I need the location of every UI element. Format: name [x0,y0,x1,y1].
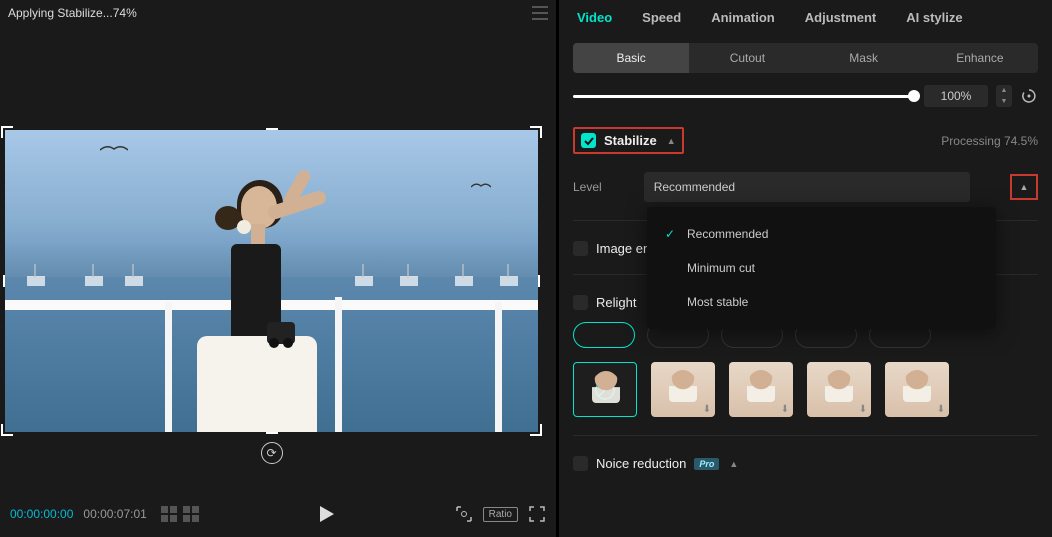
relight-thumb-1[interactable]: ⬇ [651,362,715,417]
tab-ai-stylize[interactable]: AI stylize [906,10,962,25]
zoom-slider[interactable] [573,95,916,98]
titlebar: Applying Stabilize...74% [0,0,556,26]
titlebar-text: Applying Stabilize...74% [8,6,137,20]
properties-panel: Video Speed Animation Adjustment AI styl… [556,0,1052,537]
time-total: 00:00:07:01 [83,507,146,521]
stabilize-checkbox[interactable] [581,133,596,148]
crop-icon[interactable] [455,505,473,523]
pro-badge: Pro [694,458,719,470]
transport-bar: 00:00:00:00 00:00:07:01 Ratio [0,491,556,537]
noise-reduction-section: Noice reduction Pro ▲ [559,436,1052,471]
download-icon[interactable]: ⬇ [936,404,946,414]
reset-zoom-icon[interactable] [1020,87,1038,105]
grid-view-icon[interactable] [161,506,177,522]
image-enhance-checkbox[interactable] [573,241,588,256]
level-option-minimum-cut[interactable]: Minimum cut [647,251,996,285]
zoom-value[interactable]: 100% [924,85,988,107]
level-selected: Recommended [654,180,735,194]
zoom-slider-row: 100% ▲▼ [559,73,1052,113]
stabilize-highlight: Stabilize ▲ [573,127,684,154]
ratio-button[interactable]: Ratio [483,507,518,522]
noise-checkbox[interactable] [573,456,588,471]
relight-thumb-3[interactable]: ⬇ [807,362,871,417]
tab-speed[interactable]: Speed [642,10,681,25]
time-current: 00:00:00:00 [10,507,73,521]
level-label: Level [573,180,602,194]
preview-panel: Applying Stabilize...74% [0,0,556,537]
list-view-icon[interactable] [183,506,199,522]
relight-thumbnails: ⬇ ⬇ ⬇ ⬇ [559,348,1052,417]
fullscreen-icon[interactable] [528,505,546,523]
level-dropdown[interactable]: Recommended [644,172,970,202]
download-icon[interactable]: ⬇ [780,404,790,414]
relight-preset-1[interactable] [573,322,635,348]
chevron-up-icon[interactable]: ▲ [667,136,676,146]
zoom-slider-thumb[interactable] [908,90,920,102]
chevron-up-icon[interactable]: ▲ [729,459,738,469]
play-button[interactable] [320,506,334,522]
video-frame [5,130,538,432]
noise-label: Noice reduction [596,456,686,471]
tab-video[interactable]: Video [577,10,612,25]
tab-animation[interactable]: Animation [711,10,775,25]
processing-text: Processing 74.5% [941,134,1038,148]
download-icon[interactable]: ⬇ [702,404,712,414]
subtab-mask[interactable]: Mask [806,43,922,73]
tab-adjustment[interactable]: Adjustment [805,10,877,25]
stabilize-label: Stabilize [604,133,657,148]
preview-area: ⟳ [0,26,556,491]
relight-thumb-4[interactable]: ⬇ [885,362,949,417]
relight-label: Relight [596,295,636,310]
dropdown-caret-highlight[interactable]: ▲ [1010,174,1038,200]
download-icon[interactable]: ⬇ [858,404,868,414]
subtab-cutout[interactable]: Cutout [689,43,805,73]
level-option-recommended[interactable]: Recommended [647,217,996,251]
level-row: Level Recommended ▲ Recommended Minimum … [573,172,1038,202]
refresh-icon[interactable]: ⟳ [261,442,283,464]
level-option-most-stable[interactable]: Most stable [647,285,996,319]
video-frame-wrapper[interactable]: ⟳ [5,130,538,432]
level-dropdown-menu: Recommended Minimum cut Most stable [647,207,996,329]
zoom-stepper[interactable]: ▲▼ [996,85,1012,107]
stabilize-section: Stabilize ▲ Processing 74.5% Level Recom… [559,113,1052,202]
sub-tabs: Basic Cutout Mask Enhance [573,43,1038,73]
relight-thumb-2[interactable]: ⬇ [729,362,793,417]
subtab-enhance[interactable]: Enhance [922,43,1038,73]
subtab-basic[interactable]: Basic [573,43,689,73]
relight-checkbox[interactable] [573,295,588,310]
main-tabs: Video Speed Animation Adjustment AI styl… [559,0,1052,35]
relight-thumb-none[interactable] [573,362,637,417]
menu-icon[interactable] [532,6,548,20]
